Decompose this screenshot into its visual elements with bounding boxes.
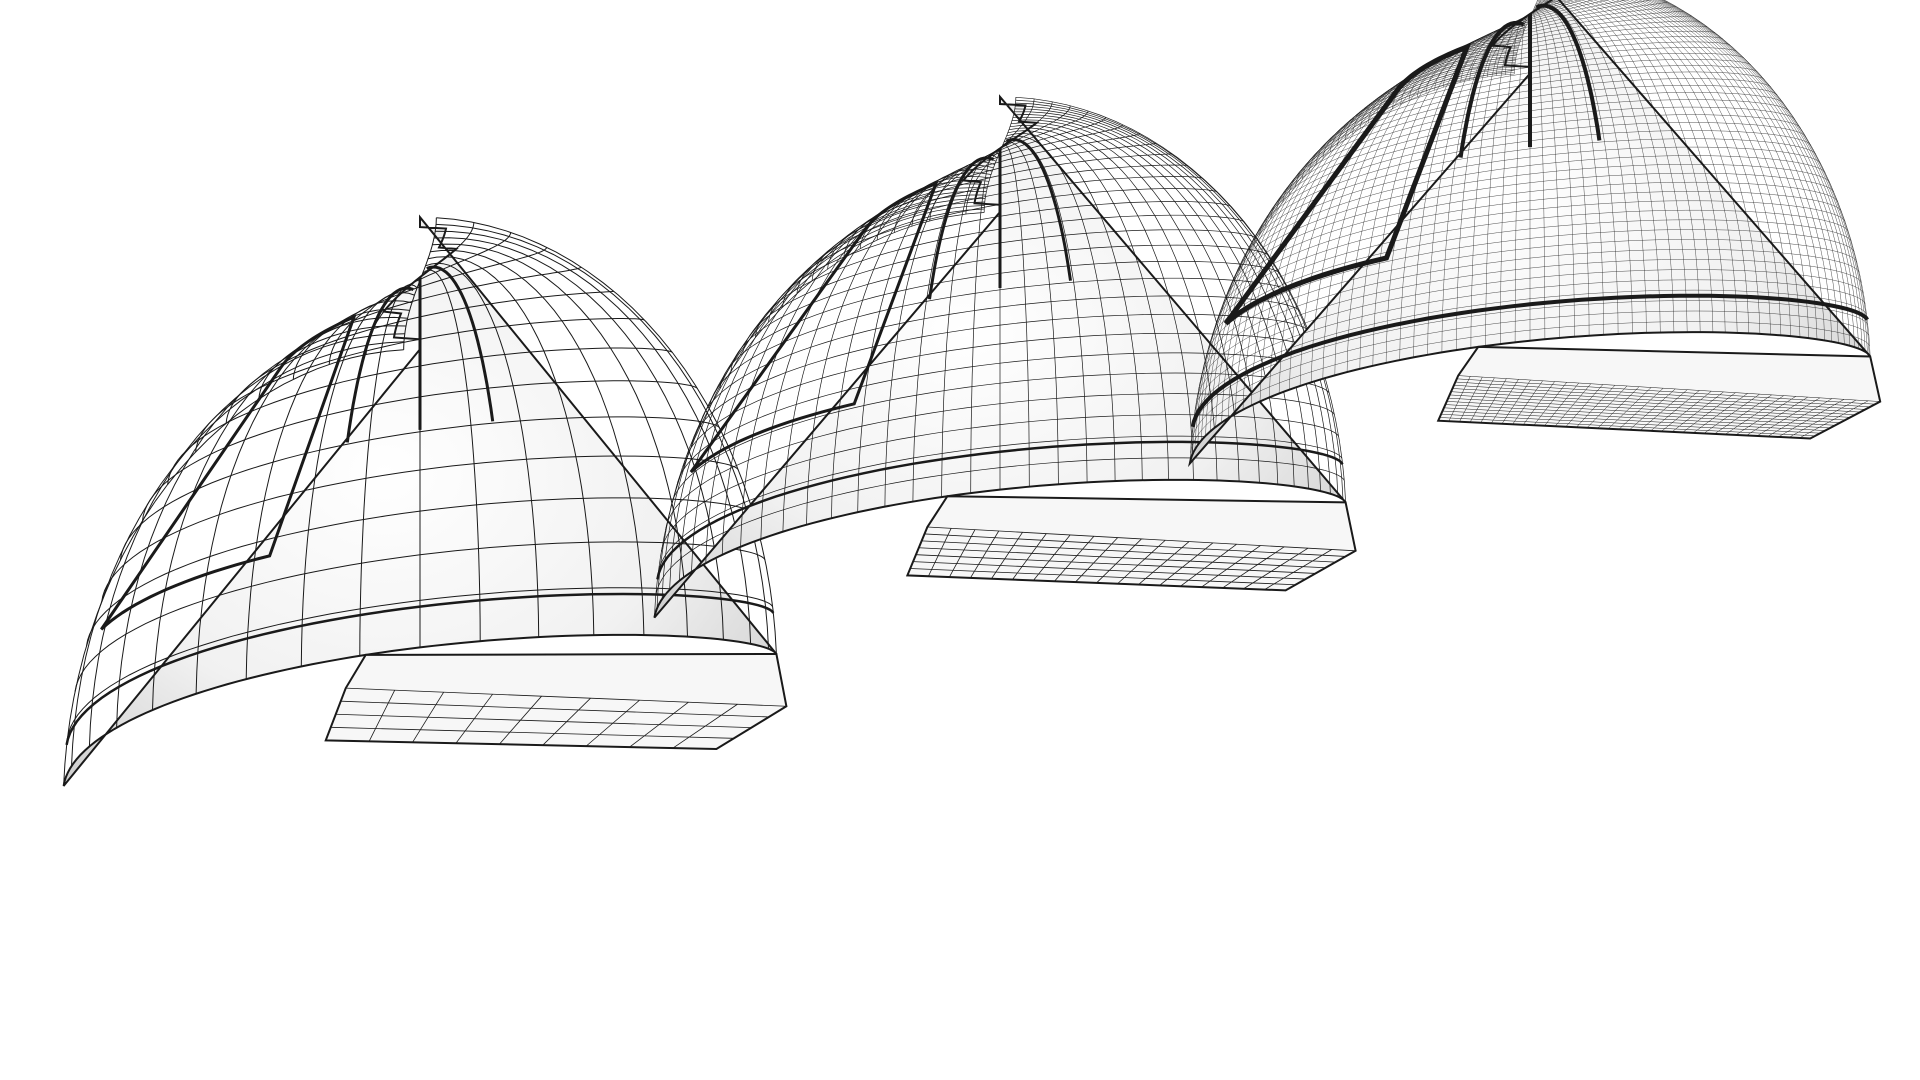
helmet-high-poly (1188, 0, 1882, 468)
helmet-brim (324, 652, 788, 751)
wireframe-render (62, 0, 1882, 787)
helmet-mid-poly (653, 94, 1357, 619)
render-canvas (0, 0, 1920, 1080)
helmet-brim (1436, 345, 1882, 440)
helmet-low-poly (62, 214, 788, 787)
